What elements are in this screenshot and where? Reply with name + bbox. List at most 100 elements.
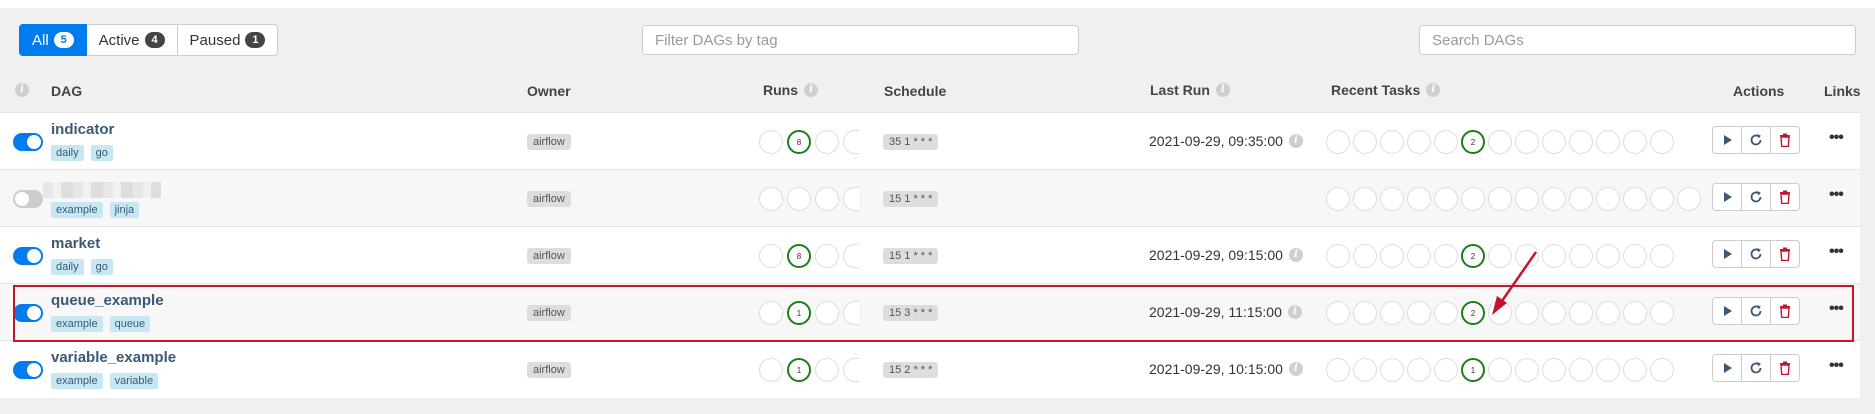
- task-state-circle[interactable]: [1434, 358, 1458, 382]
- delete-dag-button[interactable]: [1770, 240, 1800, 268]
- run-state-circle[interactable]: [787, 187, 811, 211]
- task-state-circle[interactable]: [1488, 301, 1512, 325]
- task-state-circle[interactable]: [1380, 187, 1404, 211]
- dag-tag[interactable]: example: [51, 373, 103, 389]
- tag-filter-input[interactable]: [642, 25, 1079, 55]
- task-state-circle[interactable]: [1461, 187, 1485, 211]
- info-icon[interactable]: i: [15, 83, 29, 97]
- task-state-circle[interactable]: [1542, 358, 1566, 382]
- dag-tag[interactable]: queue: [109, 316, 151, 332]
- task-state-circle[interactable]: [1353, 358, 1377, 382]
- dag-tag[interactable]: jinja: [109, 202, 140, 218]
- delete-dag-button[interactable]: [1770, 297, 1800, 325]
- dag-name-link[interactable]: market: [51, 235, 100, 252]
- run-state-circle[interactable]: [759, 130, 783, 154]
- schedule-badge[interactable]: 15 2 * * *: [883, 362, 939, 378]
- run-state-circle[interactable]: [815, 187, 839, 211]
- task-state-circle[interactable]: [1353, 244, 1377, 268]
- refresh-dag-button[interactable]: [1741, 240, 1771, 268]
- task-state-circle[interactable]: [1326, 130, 1350, 154]
- task-state-circle[interactable]: [1515, 358, 1539, 382]
- filter-active-button[interactable]: Active 4: [86, 24, 178, 56]
- task-state-circle[interactable]: [1650, 130, 1674, 154]
- task-success-circle[interactable]: 2: [1461, 130, 1485, 154]
- task-state-circle[interactable]: [1569, 301, 1593, 325]
- task-state-circle[interactable]: [1488, 244, 1512, 268]
- task-state-circle[interactable]: [1569, 244, 1593, 268]
- dag-pause-toggle[interactable]: [13, 190, 43, 208]
- task-state-circle[interactable]: [1353, 130, 1377, 154]
- run-state-circle[interactable]: [759, 301, 783, 325]
- links-menu[interactable]: •••: [1829, 129, 1844, 147]
- run-state-circle[interactable]: [815, 301, 839, 325]
- last-run-value[interactable]: 2021-09-29, 09:15:00: [1149, 247, 1283, 263]
- run-state-circle[interactable]: [759, 187, 783, 211]
- refresh-dag-button[interactable]: [1741, 183, 1771, 211]
- task-state-circle[interactable]: [1623, 358, 1647, 382]
- task-success-circle[interactable]: 2: [1461, 301, 1485, 325]
- task-state-circle[interactable]: [1488, 130, 1512, 154]
- links-menu[interactable]: •••: [1829, 243, 1844, 261]
- info-icon[interactable]: i: [1426, 83, 1441, 97]
- dag-name-link[interactable]: variable_example: [51, 349, 176, 366]
- filter-paused-button[interactable]: Paused 1: [177, 24, 279, 56]
- task-state-circle[interactable]: [1434, 301, 1458, 325]
- schedule-badge[interactable]: 35 1 * * *: [883, 134, 939, 150]
- info-icon[interactable]: i: [1288, 248, 1303, 262]
- task-state-circle[interactable]: [1569, 358, 1593, 382]
- dag-pause-toggle[interactable]: [13, 361, 43, 379]
- filter-all-button[interactable]: All 5: [19, 24, 87, 56]
- task-state-circle[interactable]: [1569, 187, 1593, 211]
- task-state-circle[interactable]: [1326, 187, 1350, 211]
- task-state-circle[interactable]: [1380, 130, 1404, 154]
- refresh-dag-button[interactable]: [1741, 354, 1771, 382]
- dag-pause-toggle[interactable]: [13, 247, 43, 265]
- task-state-circle[interactable]: [1488, 358, 1512, 382]
- links-menu[interactable]: •••: [1829, 357, 1844, 375]
- task-state-circle[interactable]: [1407, 187, 1431, 211]
- task-state-circle[interactable]: [1434, 130, 1458, 154]
- run-success-circle[interactable]: 8: [787, 130, 811, 154]
- task-state-circle[interactable]: [1542, 244, 1566, 268]
- header-owner[interactable]: Owner: [527, 83, 571, 99]
- task-success-circle[interactable]: 2: [1461, 244, 1485, 268]
- run-state-circle[interactable]: [843, 244, 859, 268]
- trigger-dag-button[interactable]: [1712, 126, 1742, 154]
- task-state-circle[interactable]: [1407, 130, 1431, 154]
- dag-tag[interactable]: example: [51, 316, 103, 332]
- run-state-circle[interactable]: [843, 358, 859, 382]
- schedule-badge[interactable]: 15 1 * * *: [883, 191, 939, 207]
- dag-tag[interactable]: go: [90, 259, 113, 275]
- task-success-circle[interactable]: 1: [1461, 358, 1485, 382]
- run-state-circle[interactable]: [759, 358, 783, 382]
- task-state-circle[interactable]: [1515, 301, 1539, 325]
- schedule-badge[interactable]: 15 1 * * *: [883, 248, 939, 264]
- task-state-circle[interactable]: [1407, 358, 1431, 382]
- task-state-circle[interactable]: [1515, 130, 1539, 154]
- info-icon[interactable]: i: [1288, 134, 1303, 148]
- links-menu[interactable]: •••: [1829, 186, 1844, 204]
- task-state-circle[interactable]: [1434, 244, 1458, 268]
- task-state-circle[interactable]: [1650, 244, 1674, 268]
- refresh-dag-button[interactable]: [1741, 297, 1771, 325]
- refresh-dag-button[interactable]: [1741, 126, 1771, 154]
- search-dags-input[interactable]: [1419, 25, 1856, 55]
- run-success-circle[interactable]: 1: [787, 358, 811, 382]
- run-state-circle[interactable]: [843, 301, 859, 325]
- run-state-circle[interactable]: [815, 130, 839, 154]
- run-success-circle[interactable]: 1: [787, 301, 811, 325]
- task-state-circle[interactable]: [1677, 187, 1701, 211]
- trigger-dag-button[interactable]: [1712, 354, 1742, 382]
- task-state-circle[interactable]: [1623, 301, 1647, 325]
- dag-tag[interactable]: example: [51, 202, 103, 218]
- info-icon[interactable]: i: [1215, 83, 1230, 97]
- task-state-circle[interactable]: [1542, 130, 1566, 154]
- task-state-circle[interactable]: [1596, 187, 1620, 211]
- task-state-circle[interactable]: [1380, 301, 1404, 325]
- schedule-badge[interactable]: 15 3 * * *: [883, 305, 939, 321]
- last-run-value[interactable]: 2021-09-29, 10:15:00: [1149, 361, 1283, 377]
- task-state-circle[interactable]: [1380, 244, 1404, 268]
- task-state-circle[interactable]: [1353, 301, 1377, 325]
- task-state-circle[interactable]: [1596, 130, 1620, 154]
- task-state-circle[interactable]: [1407, 244, 1431, 268]
